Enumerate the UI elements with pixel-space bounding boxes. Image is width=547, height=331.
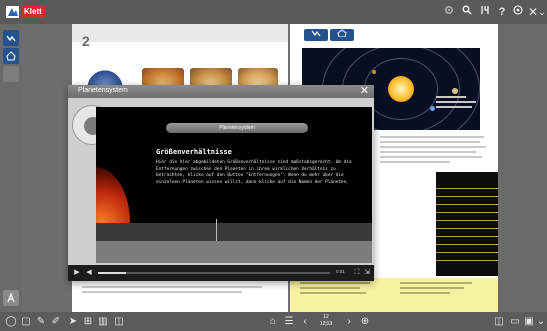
page-number: 2 — [82, 33, 90, 49]
bookmark-icon[interactable]: ◫ — [112, 314, 126, 329]
top-toolbar: Klett ? ✕ ⌄ — [0, 0, 547, 24]
page-text — [82, 286, 278, 296]
single-page-icon[interactable]: ▭ — [508, 314, 522, 329]
highlighter-icon[interactable]: ✐ — [49, 314, 63, 329]
page-indicator[interactable]: 12 12|13 — [312, 314, 340, 329]
content-body: Hier die hier abgebildeten Größenverhält… — [156, 160, 352, 185]
time-elapsed: 0:01 — [336, 269, 345, 274]
collapse-icon[interactable]: ⌄ — [535, 314, 547, 329]
blank-icon[interactable] — [3, 66, 19, 82]
page-top: 12 — [323, 314, 329, 320]
double-page-icon[interactable]: ◫ — [492, 314, 506, 329]
page-header — [72, 24, 288, 42]
person-icon[interactable] — [3, 290, 19, 306]
previous-page-icon[interactable]: ‹ — [298, 314, 312, 329]
logo-mark-icon — [6, 6, 19, 18]
stage-panel — [96, 223, 372, 241]
seek-bar[interactable] — [98, 272, 330, 274]
modal-titlebar: Planetensystem ✕ — [68, 85, 374, 98]
caption-text — [436, 96, 492, 111]
search-icon[interactable] — [458, 3, 476, 21]
resize-icon[interactable]: ⇲ — [362, 268, 372, 278]
stage-footer — [96, 241, 372, 263]
trash-icon[interactable]: ▥ — [96, 314, 110, 329]
brand-label: Klett — [21, 6, 45, 18]
home-icon[interactable]: ⌂ — [266, 314, 280, 329]
chart-icon[interactable] — [304, 29, 328, 41]
toc-icon[interactable]: ☰ — [282, 314, 296, 329]
klett-logo: Klett — [5, 4, 45, 20]
animation-stage[interactable]: Planetensystem Größenverhältnisse Hier d… — [96, 107, 372, 263]
pen-icon[interactable]: ✎ — [34, 314, 48, 329]
page-bottom: 12|13 — [319, 321, 333, 327]
zoom-icon[interactable]: ⊕ — [358, 314, 372, 329]
fullscreen-icon[interactable]: ▣ — [522, 314, 536, 329]
next-page-icon[interactable]: › — [342, 314, 356, 329]
page-text — [380, 136, 490, 166]
size-comparison-image[interactable] — [436, 172, 498, 276]
content-heading: Größenverhältnisse — [156, 148, 232, 156]
info-box-text — [300, 282, 380, 297]
home-icon[interactable] — [330, 29, 354, 41]
video-controls: ▶ ◀ 0:01 ⛶ ⇲ — [68, 265, 374, 281]
note-icon[interactable]: ▢ — [19, 314, 33, 329]
pointer-icon[interactable]: ➤ — [66, 314, 80, 329]
volume-icon[interactable]: ◀ — [84, 268, 94, 278]
play-icon[interactable]: ▶ — [72, 268, 82, 278]
seek-progress — [98, 272, 126, 274]
bottom-toolbar: ◯ ▢ ✎ ✐ ➤ ⊞ ▥ ◫ ⌂ ☰ ‹ 12 12|13 › ⊕ ◫ ▭ ▣… — [0, 312, 547, 331]
modal-title: Planetensystem — [78, 87, 128, 94]
chart-icon[interactable] — [3, 30, 19, 46]
collapse-icon[interactable]: ⌄ — [537, 3, 547, 21]
home-icon[interactable] — [3, 48, 19, 64]
eraser-icon[interactable]: ◯ — [4, 314, 18, 329]
sun-graphic — [388, 76, 414, 102]
settings-icon[interactable] — [440, 3, 458, 21]
planetensystem-modal: Planetensystem ✕ Planetensystem Größenve… — [68, 85, 374, 281]
info-box-text — [400, 282, 480, 297]
fullscreen-icon[interactable]: ⛶ — [352, 268, 362, 278]
text-cursor — [216, 219, 217, 241]
left-sidebar — [0, 24, 22, 312]
right-sidebar — [497, 24, 547, 312]
close-icon[interactable]: ✕ — [360, 85, 369, 98]
tools-icon[interactable] — [476, 3, 494, 21]
layout-icon[interactable]: ⊞ — [81, 314, 95, 329]
section-pill: Planetensystem — [166, 123, 308, 133]
